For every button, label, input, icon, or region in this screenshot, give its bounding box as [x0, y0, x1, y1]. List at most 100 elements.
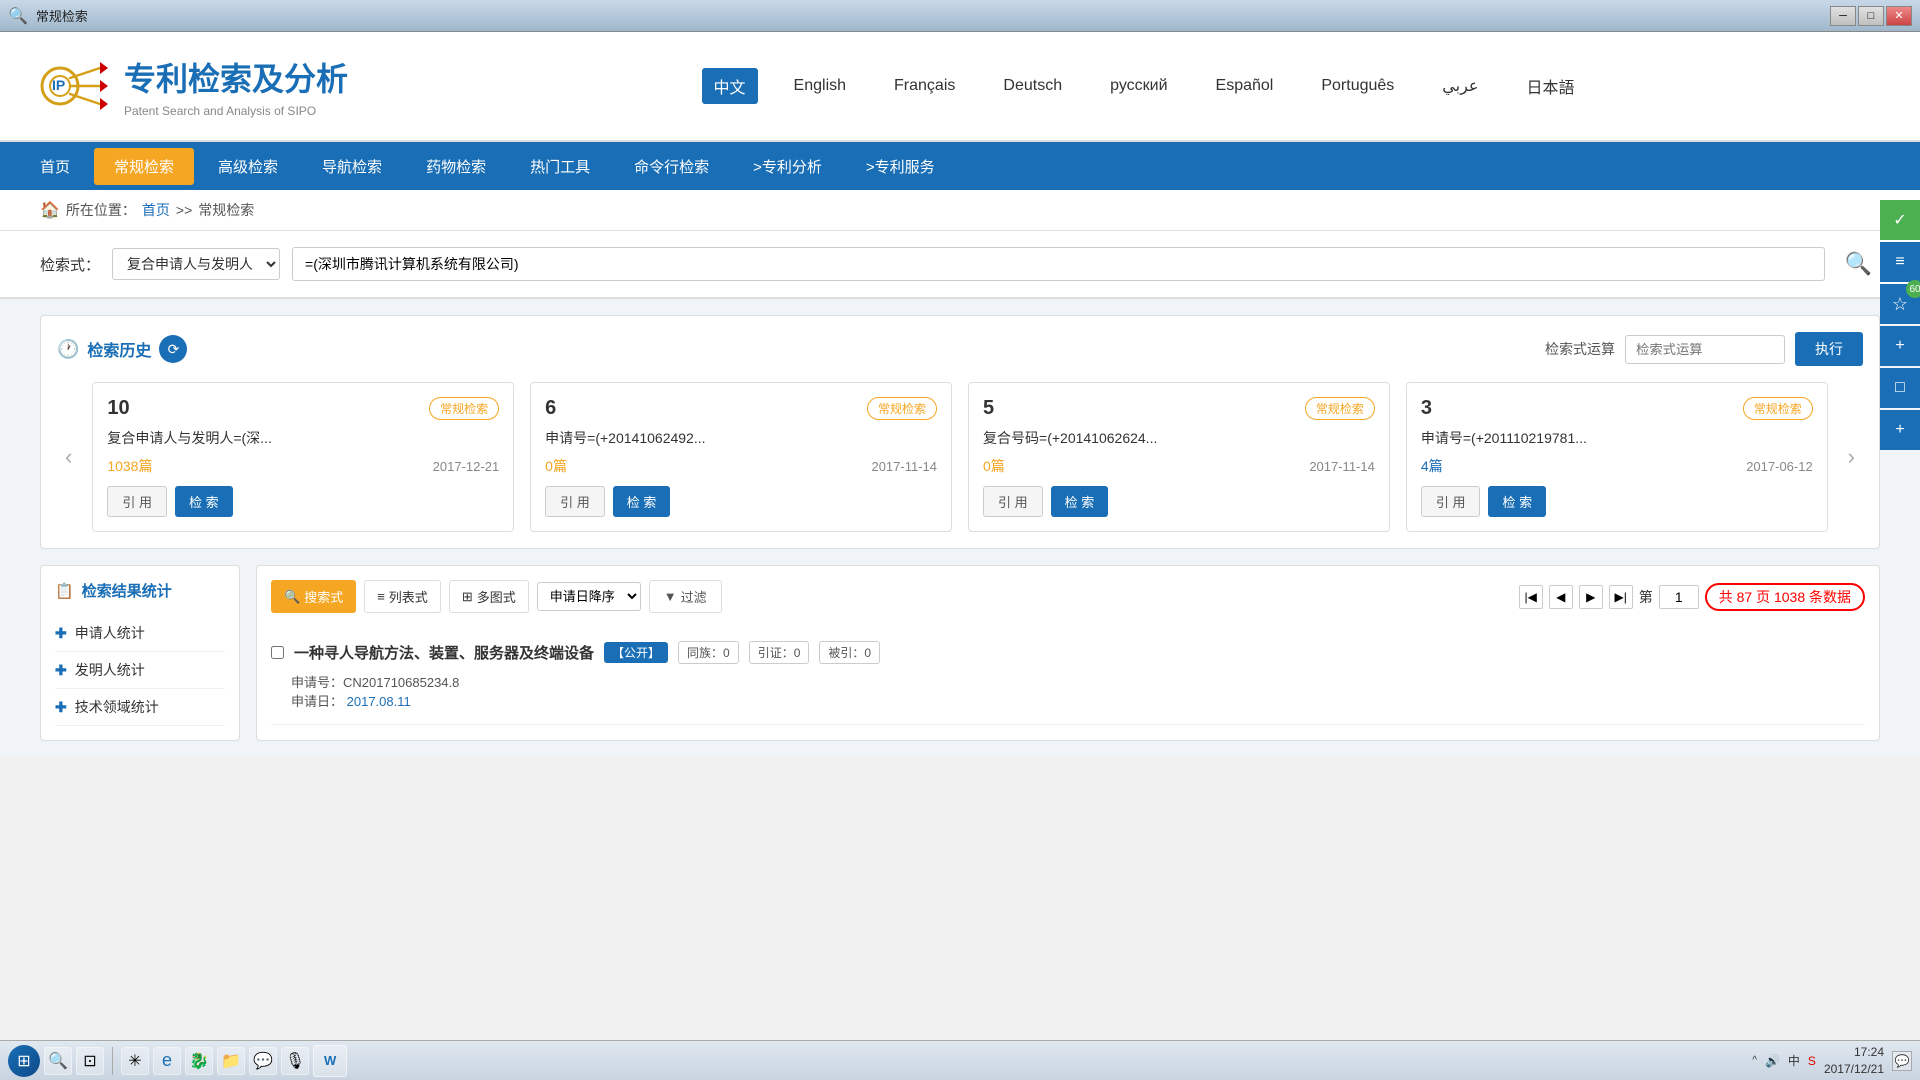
- card-quote-btn-1[interactable]: 引 用: [545, 486, 605, 517]
- card-meta-3: 4篇 2017-06-12: [1421, 456, 1813, 476]
- page-next-btn[interactable]: ▶: [1579, 585, 1603, 609]
- search-button[interactable]: 🔍: [1837, 247, 1880, 281]
- breadcrumb: 🏠 所在位置： 首页 >> 常规检索: [0, 190, 1920, 231]
- page-input[interactable]: [1659, 585, 1699, 609]
- history-header: 🕐 检索历史 ⟳ 检索式运算 执行: [57, 332, 1863, 366]
- nav-regular-search[interactable]: 常规检索: [94, 148, 194, 185]
- taskbar-notify-btn[interactable]: 💬: [1892, 1051, 1912, 1071]
- card-meta-1: 0篇 2017-11-14: [545, 456, 937, 476]
- status-badge-0: 【公开】: [604, 642, 668, 663]
- taskbar-fan-icon[interactable]: ✳: [121, 1047, 149, 1075]
- page-last-btn[interactable]: ▶|: [1609, 585, 1633, 609]
- taskbar-search-icon[interactable]: 🔍: [44, 1047, 72, 1075]
- nav-nav-search[interactable]: 导航检索: [302, 148, 402, 185]
- breadcrumb-sep: >>: [176, 202, 192, 218]
- sidebar-check-btn[interactable]: ✓: [1880, 200, 1920, 240]
- history-title-text: 检索历史: [87, 337, 151, 361]
- refresh-button[interactable]: ⟳: [159, 335, 187, 363]
- card-search-btn-0[interactable]: 检 索: [175, 486, 233, 517]
- nav-command-search[interactable]: 命令行检索: [614, 148, 729, 185]
- card-quote-btn-2[interactable]: 引 用: [983, 486, 1043, 517]
- lang-de[interactable]: Deutsch: [991, 71, 1074, 101]
- close-button[interactable]: ✕: [1886, 6, 1912, 26]
- history-title: 🕐 检索历史 ⟳: [57, 335, 187, 363]
- breadcrumb-home[interactable]: 首页: [142, 200, 170, 220]
- clock-icon: 🕐: [57, 339, 79, 360]
- filter-btn[interactable]: ▼ 过滤: [649, 580, 722, 613]
- lang-zh[interactable]: 中文: [702, 68, 758, 104]
- page-prev-btn[interactable]: ◀: [1549, 585, 1573, 609]
- nav-bar: 首页 常规检索 高级检索 导航检索 药物检索 热门工具 命令行检索 >专利分析 …: [0, 142, 1920, 190]
- search-bar: 检索式： 复合申请人与发明人 申请号 申请人 发明人 🔍: [0, 231, 1920, 299]
- sidebar-star-btn[interactable]: ☆ 60: [1880, 284, 1920, 324]
- search-ops: 检索式运算 执行: [1545, 332, 1863, 366]
- stats-icon: 📋: [55, 582, 74, 600]
- sidebar-add-btn[interactable]: +: [1880, 326, 1920, 366]
- taskbar-wechat-icon[interactable]: 💬: [249, 1047, 277, 1075]
- taskbar-voice-icon[interactable]: 🎙: [281, 1047, 309, 1075]
- nav-home[interactable]: 首页: [20, 148, 90, 185]
- taskbar-ie-icon[interactable]: e: [153, 1047, 181, 1075]
- lang-es[interactable]: Español: [1204, 71, 1286, 101]
- page-first-btn[interactable]: |◀: [1519, 585, 1543, 609]
- card-meta-0: 1038篇 2017-12-21: [107, 456, 499, 476]
- grid-icon: ⊞: [462, 589, 473, 605]
- card-search-btn-2[interactable]: 检 索: [1051, 486, 1109, 517]
- taskbar-lang-indicator[interactable]: 中: [1788, 1052, 1800, 1069]
- lang-ja[interactable]: 日本語: [1514, 68, 1586, 104]
- stat-plus-icon-3: ✚: [55, 699, 67, 716]
- exec-button[interactable]: 执行: [1795, 332, 1863, 366]
- taskbar-word-app[interactable]: W: [313, 1045, 347, 1077]
- nav-hot-tools[interactable]: 热门工具: [510, 148, 610, 185]
- carousel-next[interactable]: ›: [1840, 444, 1863, 470]
- history-card-2: 5 常规检索 复合号码=(+20141062624... 0篇 2017-11-…: [968, 382, 1390, 532]
- multi-mode-btn[interactable]: ⊞ 多图式: [449, 580, 529, 613]
- list-mode-btn[interactable]: ≡ 列表式: [364, 580, 441, 613]
- nav-patent-service[interactable]: >专利服务: [846, 148, 955, 185]
- logo-area: IP 专利检索及分析 Patent Search and Analysis of…: [40, 50, 348, 122]
- lang-fr[interactable]: Français: [882, 71, 967, 101]
- search-mode-btn[interactable]: 🔍 搜索式: [271, 580, 356, 613]
- card-tag-0: 常规检索: [429, 397, 499, 420]
- taskbar-dragon-icon[interactable]: 🐉: [185, 1047, 213, 1075]
- breadcrumb-prefix: 所在位置：: [66, 200, 136, 220]
- stat-applicant[interactable]: ✚ 申请人统计: [55, 615, 225, 652]
- taskbar-folder-icon[interactable]: 📁: [217, 1047, 245, 1075]
- sort-select[interactable]: 申请日降序 申请日升序 公开日降序: [537, 582, 641, 611]
- maximize-button[interactable]: □: [1858, 6, 1884, 26]
- card-search-btn-1[interactable]: 检 索: [613, 486, 671, 517]
- stat-inventor[interactable]: ✚ 发明人统计: [55, 652, 225, 689]
- sidebar-doc-btn[interactable]: □: [1880, 368, 1920, 408]
- lang-en[interactable]: English: [782, 71, 858, 101]
- taskbar-task-icon[interactable]: ⊡: [76, 1047, 104, 1075]
- card-quote-btn-0[interactable]: 引 用: [107, 486, 167, 517]
- sidebar-menu-btn[interactable]: ≡: [1880, 242, 1920, 282]
- stat-plus-icon: ✚: [55, 625, 67, 642]
- nav-patent-analysis[interactable]: >专利分析: [733, 148, 842, 185]
- nav-drug-search[interactable]: 药物检索: [406, 148, 506, 185]
- nav-advanced-search[interactable]: 高级检索: [198, 148, 298, 185]
- search-type-select[interactable]: 复合申请人与发明人 申请号 申请人 发明人: [112, 248, 280, 280]
- stat-tech[interactable]: ✚ 技术领域统计: [55, 689, 225, 726]
- carousel-prev[interactable]: ‹: [57, 444, 80, 470]
- lang-ru[interactable]: русский: [1098, 71, 1179, 101]
- minimize-button[interactable]: ─: [1830, 6, 1856, 26]
- start-button[interactable]: ⊞: [8, 1045, 40, 1077]
- lang-ar[interactable]: عربي: [1430, 70, 1490, 102]
- app-date-value-0: 2017.08.11: [347, 694, 411, 709]
- card-query-0: 复合申请人与发明人=(深...: [107, 428, 499, 448]
- multi-mode-label: 多图式: [477, 587, 516, 606]
- card-query-2: 复合号码=(+20141062624...: [983, 428, 1375, 448]
- ops-input[interactable]: [1625, 335, 1785, 364]
- card-search-btn-3[interactable]: 检 索: [1488, 486, 1546, 517]
- lang-pt[interactable]: Português: [1309, 71, 1406, 101]
- home-icon[interactable]: 🏠: [40, 200, 60, 220]
- search-input[interactable]: [292, 247, 1825, 281]
- result-checkbox-0[interactable]: [271, 646, 284, 659]
- taskbar-sound-icon[interactable]: 🔊: [1765, 1054, 1780, 1068]
- taskbar-s-indicator[interactable]: S: [1808, 1054, 1816, 1068]
- taskbar-chevron[interactable]: ^: [1752, 1055, 1757, 1066]
- card-top-0: 10 常规检索: [107, 397, 499, 420]
- card-quote-btn-3[interactable]: 引 用: [1421, 486, 1481, 517]
- sidebar-plus-btn[interactable]: +: [1880, 410, 1920, 450]
